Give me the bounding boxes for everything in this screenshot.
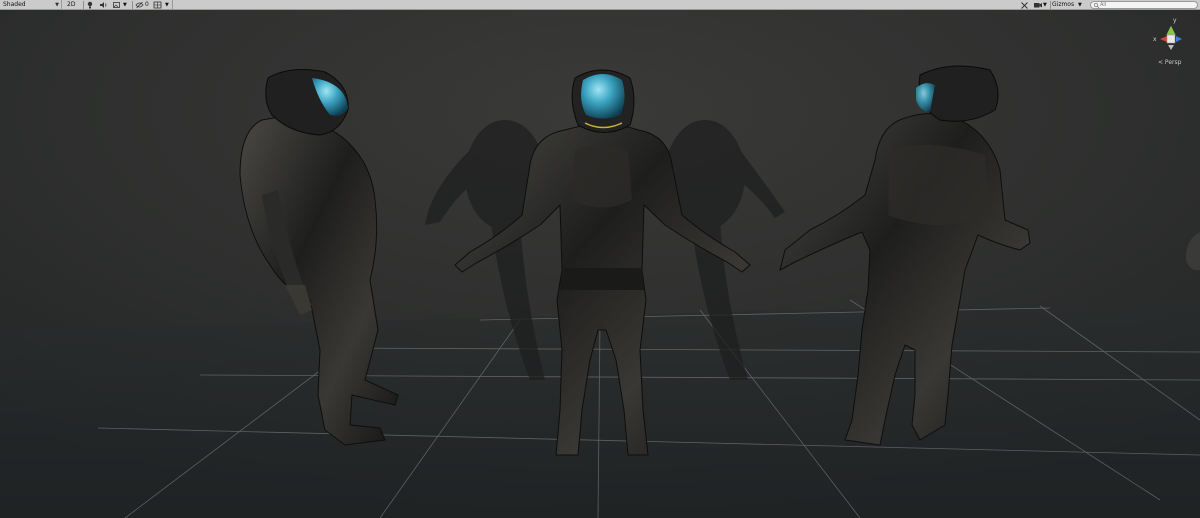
character-chest-detail: [572, 145, 632, 208]
gizmos-button[interactable]: Gizmos: [1052, 0, 1077, 10]
projection-toggle[interactable]: < Persp: [1158, 59, 1181, 66]
chevron-down-icon: ▼: [123, 2, 127, 8]
character-belt: [560, 268, 644, 290]
shading-mode-label: Shaded: [3, 1, 26, 8]
audio-toggle[interactable]: [99, 0, 109, 10]
gizmos-label: Gizmos: [1052, 1, 1075, 8]
projection-label: < Persp: [1158, 59, 1182, 66]
chevron-down-icon: ▼: [1078, 2, 1082, 8]
chevron-down-icon: ▼: [1043, 2, 1047, 8]
search-placeholder: All: [1100, 2, 1107, 8]
gizmo-center-cube[interactable]: [1166, 34, 1176, 44]
grid-visibility-icon: [153, 1, 162, 9]
scene-toolbar: Shaded ▼ 2D ▼ 0 ▼ ▼ Gizmos ▼ All: [0, 0, 1200, 10]
character-back-detail: [888, 145, 990, 225]
scene-viewport[interactable]: y x: [0, 10, 1200, 518]
tools-icon: [1021, 2, 1028, 9]
chevron-down-icon: ▼: [55, 2, 59, 8]
camera-icon: [1034, 3, 1042, 8]
light-icon: [87, 1, 93, 9]
tools-toggle[interactable]: [1020, 0, 1030, 10]
hidden-objects-count: 0: [145, 1, 149, 8]
gizmo-label-x: x: [1153, 36, 1157, 43]
gizmos-dropdown[interactable]: ▼: [1078, 0, 1086, 10]
2d-mode-label: 2D: [67, 1, 76, 8]
search-icon: [1093, 2, 1100, 9]
search-input[interactable]: All: [1090, 1, 1198, 9]
audio-icon: [100, 2, 107, 8]
toolbar-divider: [1050, 1, 1051, 9]
hidden-objects-toggle[interactable]: 0: [135, 0, 151, 10]
character-visor: [581, 74, 625, 119]
effects-icon: [113, 2, 120, 8]
hidden-objects-icon: [135, 1, 144, 9]
shading-mode-dropdown[interactable]: Shaded ▼: [0, 0, 62, 10]
toolbar-divider: [132, 1, 133, 9]
gizmo-label-y: y: [1173, 17, 1177, 24]
2d-mode-toggle[interactable]: 2D: [67, 0, 81, 10]
effects-dropdown[interactable]: ▼: [123, 0, 131, 10]
light-toggle[interactable]: [86, 0, 96, 10]
grid-visibility-toggle[interactable]: [153, 0, 163, 10]
chevron-down-icon: ▼: [165, 2, 169, 8]
camera-settings-button[interactable]: [1033, 0, 1043, 10]
toolbar-divider: [83, 1, 84, 9]
camera-dropdown[interactable]: ▼: [1043, 0, 1050, 10]
grid-dropdown[interactable]: ▼: [164, 0, 173, 10]
effects-toggle[interactable]: [112, 0, 122, 10]
